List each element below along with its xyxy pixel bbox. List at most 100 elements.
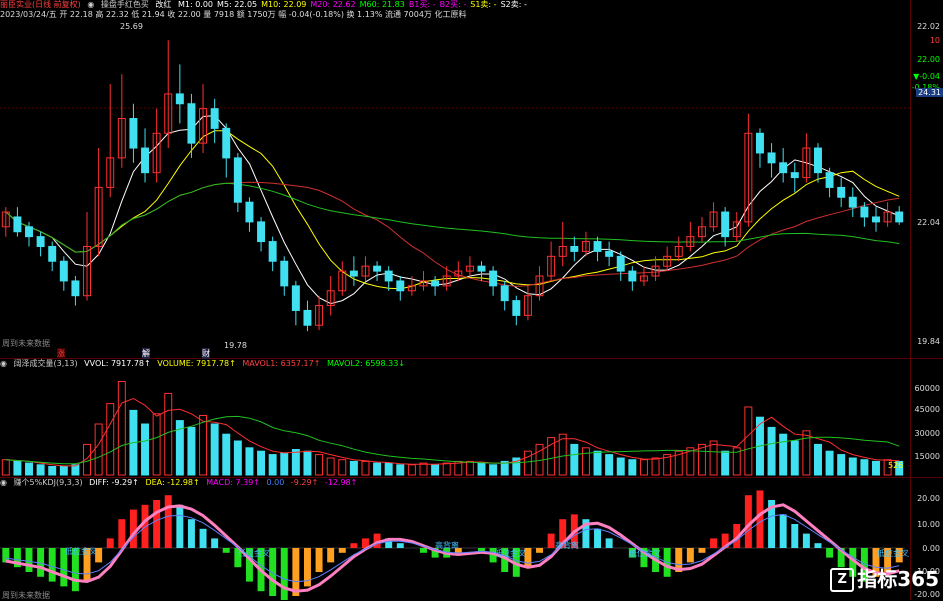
event-marker[interactable]: 解 (142, 348, 150, 359)
candle-body (825, 172, 834, 188)
volume-bar (848, 457, 857, 476)
candle-body (396, 280, 405, 292)
volume-bar (860, 459, 869, 476)
ma60-line (5, 182, 900, 253)
macd-bar (536, 548, 543, 553)
macd-bar (802, 533, 810, 548)
volume-bar (280, 452, 289, 476)
candle-body (848, 196, 857, 208)
candle-body (349, 270, 358, 277)
candle-body (721, 211, 730, 238)
macd-footer: 周到未来数据 (2, 591, 50, 600)
candle-body (431, 280, 440, 287)
volume-bar (245, 447, 254, 476)
signal-tag: 低位金叉 (629, 549, 661, 558)
macd-bar (222, 548, 230, 553)
macd-bar (315, 548, 323, 572)
macd-bar (756, 490, 764, 548)
candle-body (489, 270, 498, 287)
mavol13-line (5, 415, 900, 465)
macd-bar (338, 548, 346, 553)
macd-bar (211, 538, 219, 548)
macd-bar (129, 509, 137, 548)
candle-body (175, 93, 184, 105)
candle-body (837, 186, 846, 198)
volume-bar (303, 450, 312, 476)
price-panel: 丽臣实业(日线 前复权) ◉ 操盘手红色买 改红 M1: 0.00 M5: 22.… (0, 0, 943, 359)
volume-bar (106, 403, 115, 476)
volume-bar (349, 460, 358, 476)
volume-last: 526 (888, 461, 904, 470)
macd-bar (141, 504, 149, 548)
macd-bar (594, 528, 602, 548)
volume-bar (523, 450, 532, 476)
axis-tick: 60000 (914, 384, 940, 393)
volume-bar (442, 462, 451, 476)
ma10-line (5, 130, 900, 290)
volume-bar (581, 447, 590, 476)
price-box: 24.31 (916, 88, 943, 97)
volume-bar (257, 450, 266, 476)
candle-body (187, 103, 196, 144)
main-footer: 周到未来数据 (2, 339, 50, 348)
axis-tick: 45000 (914, 405, 940, 414)
volume-bar (222, 433, 231, 476)
volume-bar (814, 443, 822, 476)
axis-tick: 15000 (914, 452, 940, 461)
volume-bar (489, 464, 498, 476)
logo-text: 指标365 (857, 566, 939, 591)
candle-body (13, 216, 22, 233)
signal-tag: 低位金叉 (238, 549, 270, 558)
macd-bar (327, 548, 335, 563)
volume-bar (651, 457, 660, 476)
event-marker[interactable]: 涨 (57, 348, 65, 359)
volume-panel: ◉ 阔泽成交量(3,13) VVOL: 7917.78↑ VOLUME: 791… (0, 359, 943, 478)
signal-tag: 低位金叉 (877, 549, 909, 558)
axis-tick: 22.02 (917, 22, 940, 31)
volume-bar (141, 423, 150, 476)
volume-bar (13, 460, 22, 476)
volume-bar (48, 466, 57, 476)
volume-bar (779, 433, 788, 476)
volume-bar (199, 415, 208, 476)
macd-bar (605, 538, 613, 548)
axis-tick: ▼-0.04 (913, 72, 940, 81)
volume-bar (628, 459, 637, 476)
candle-body (222, 127, 231, 159)
candle-body (779, 162, 788, 174)
candle-body (373, 265, 382, 272)
volume-bar (373, 462, 382, 476)
logo: Z 指标365 (830, 563, 939, 592)
candle-body (303, 309, 312, 326)
volume-bar (616, 457, 625, 476)
volume-bar (744, 406, 753, 476)
volume-axis: 60000 45000 30000 15000 (910, 359, 943, 477)
volume-bar (419, 462, 428, 476)
candle-body (755, 132, 764, 154)
event-marker[interactable]: 财 (202, 348, 210, 359)
candle-body (36, 236, 45, 247)
volume-bar (164, 392, 173, 476)
volume-bar (94, 423, 103, 476)
volume-bar (767, 426, 776, 476)
macd-bar (25, 548, 33, 572)
candle-body (616, 255, 625, 272)
volume-bar (593, 450, 602, 476)
macd-bar (164, 495, 172, 548)
candle-body (500, 285, 509, 302)
volume-bar (361, 460, 370, 476)
candle-body (268, 241, 277, 262)
candle-body (129, 118, 138, 149)
candle-body (71, 280, 80, 297)
axis-tick: 20.00 (917, 494, 940, 503)
price-chart[interactable] (0, 0, 911, 358)
signal-tag: 低位金叉 (494, 549, 526, 558)
macd-bar (698, 548, 706, 553)
volume-bar (570, 443, 579, 476)
candle-body (790, 172, 799, 179)
macd-bar (686, 548, 694, 563)
volume-chart[interactable] (0, 359, 911, 477)
volume-bar (825, 450, 834, 476)
volume-bar (465, 460, 474, 476)
macd-chart[interactable] (0, 478, 911, 600)
